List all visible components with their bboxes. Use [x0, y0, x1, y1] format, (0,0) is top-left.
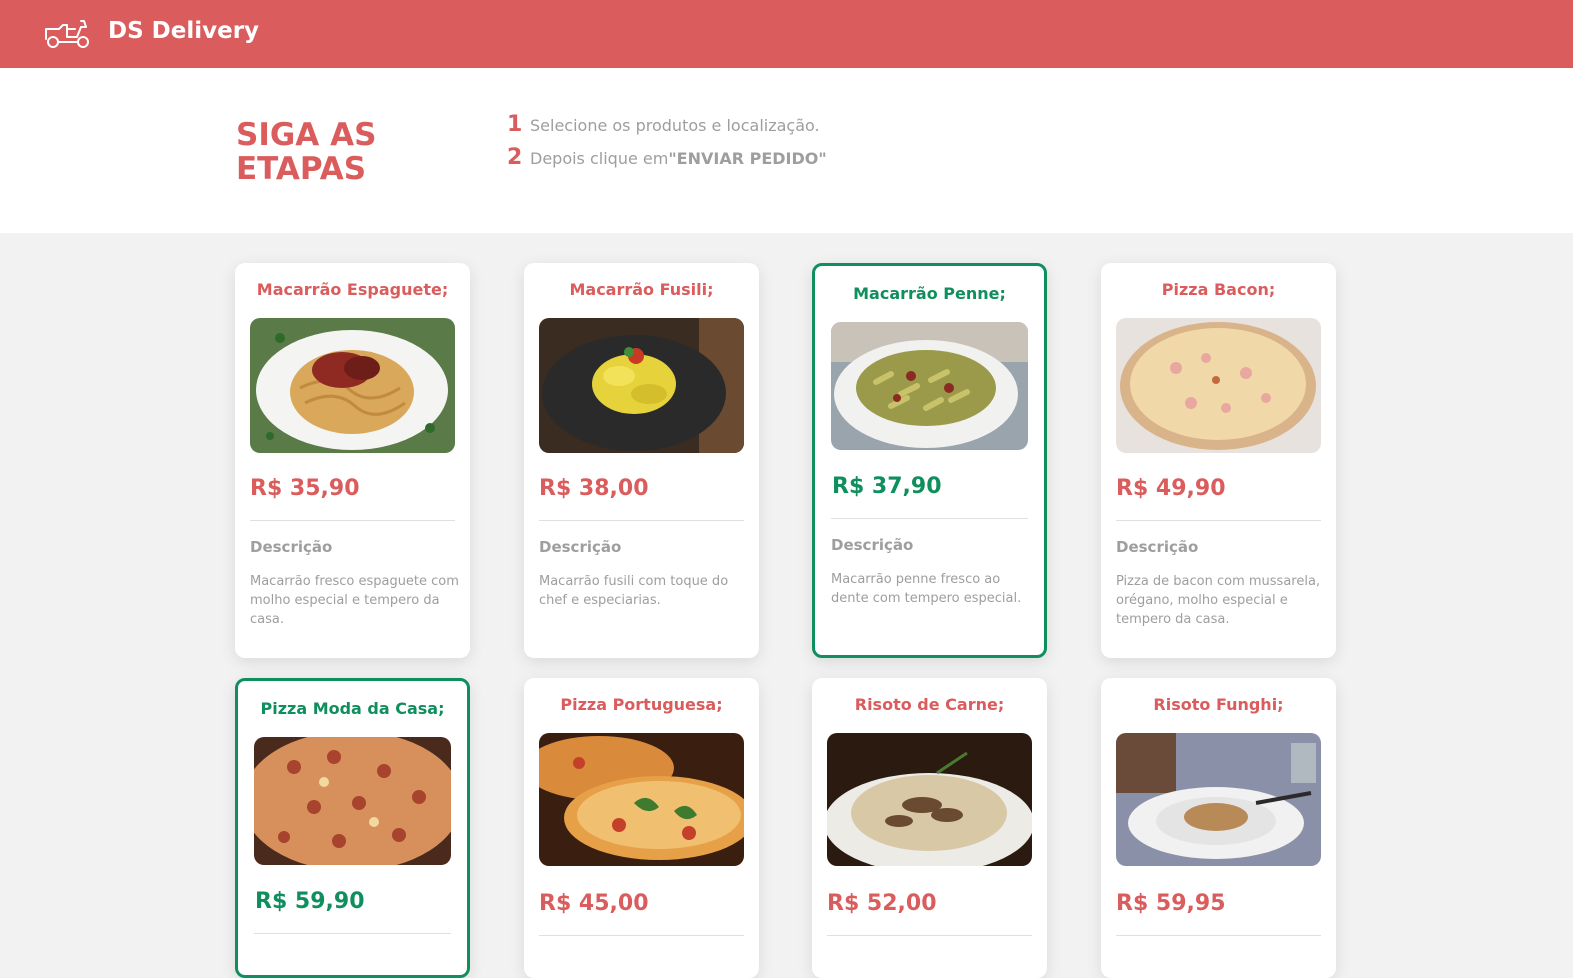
- divider: [539, 520, 744, 521]
- description-title: Descrição: [831, 536, 914, 554]
- scooter-icon[interactable]: [43, 17, 93, 49]
- product-name: Pizza Bacon;: [1161, 280, 1276, 299]
- steps-section: SIGA AS ETAPAS 1 Selecione os produtos e…: [0, 68, 1573, 233]
- product-card-risotto-funghi[interactable]: Risoto Funghi; R$ 59,95: [1101, 678, 1336, 978]
- pizza-bacon-image: [1116, 318, 1321, 453]
- product-description: Macarrão penne fresco ao dente com tempe…: [831, 572, 1022, 606]
- product-price: R$ 37,90: [832, 474, 942, 499]
- spaghetti-image: [250, 318, 455, 453]
- divider: [250, 520, 455, 521]
- product-description: Macarrão fresco espaguete com molho espe…: [250, 574, 459, 627]
- product-card-risotto-carne[interactable]: Risoto de Carne; R$ 52,00: [812, 678, 1047, 978]
- product-name: Pizza Portuguesa;: [560, 695, 723, 714]
- step-number: 1: [507, 112, 523, 137]
- divider: [1116, 935, 1321, 936]
- product-price: R$ 52,00: [827, 891, 937, 916]
- product-card-pizza-bacon[interactable]: Pizza Bacon; R$ 49,90 Descrição Pizza de…: [1101, 263, 1336, 658]
- divider: [1116, 520, 1321, 521]
- step-highlight: "ENVIAR PEDIDO": [668, 149, 827, 168]
- divider: [539, 935, 744, 936]
- divider: [254, 933, 451, 934]
- product-name: Risoto de Carne;: [854, 695, 1005, 714]
- risotto-funghi-image: [1116, 733, 1321, 866]
- navbar: DS Delivery: [0, 0, 1573, 68]
- product-name: Pizza Moda da Casa;: [260, 699, 445, 718]
- step-2: 2 Depois clique em "ENVIAR PEDIDO": [507, 145, 827, 170]
- product-card-penne[interactable]: Macarrão Penne; R$ 37,90 Descrição Macar…: [812, 263, 1047, 658]
- step-1: 1 Selecione os produtos e localização.: [507, 112, 820, 137]
- product-price: R$ 45,00: [539, 891, 649, 916]
- product-card-fusilli[interactable]: Macarrão Fusili; R$ 38,00 Descrição Maca…: [524, 263, 759, 658]
- risotto-carne-image: [827, 733, 1032, 866]
- product-card-pizza-moda[interactable]: Pizza Moda da Casa; R$ 59,90: [235, 678, 470, 978]
- pizza-moda-image: [254, 737, 451, 865]
- description-title: Descrição: [1116, 538, 1199, 556]
- product-name: Macarrão Penne;: [853, 284, 1006, 303]
- product-description: Pizza de bacon com mussarela, orégano, m…: [1116, 574, 1321, 627]
- product-price: R$ 59,95: [1116, 891, 1226, 916]
- product-price: R$ 59,90: [255, 889, 365, 914]
- step-text: Selecione os produtos e localização.: [530, 116, 820, 135]
- pizza-portuguesa-image: [539, 733, 744, 866]
- divider: [831, 518, 1028, 519]
- product-description: Macarrão fusili com toque do chef e espe…: [539, 574, 729, 608]
- fusilli-image: [539, 318, 744, 453]
- brand-title[interactable]: DS Delivery: [108, 18, 259, 44]
- product-name: Macarrão Espaguete;: [256, 280, 449, 299]
- description-title: Descrição: [539, 538, 622, 556]
- step-number: 2: [507, 145, 523, 170]
- description-title: Descrição: [250, 538, 333, 556]
- steps-title: SIGA AS ETAPAS: [236, 117, 377, 187]
- product-name: Risoto Funghi;: [1153, 695, 1284, 714]
- product-price: R$ 35,90: [250, 476, 360, 501]
- product-card-spaghetti[interactable]: Macarrão Espaguete; R$ 35,90 Descrição M…: [235, 263, 470, 658]
- penne-image: [831, 322, 1028, 450]
- product-name: Macarrão Fusili;: [569, 280, 714, 299]
- product-card-pizza-portuguesa[interactable]: Pizza Portuguesa; R$ 45,00: [524, 678, 759, 978]
- product-price: R$ 49,90: [1116, 476, 1226, 501]
- divider: [827, 935, 1032, 936]
- step-text: Depois clique em: [530, 149, 669, 168]
- product-price: R$ 38,00: [539, 476, 649, 501]
